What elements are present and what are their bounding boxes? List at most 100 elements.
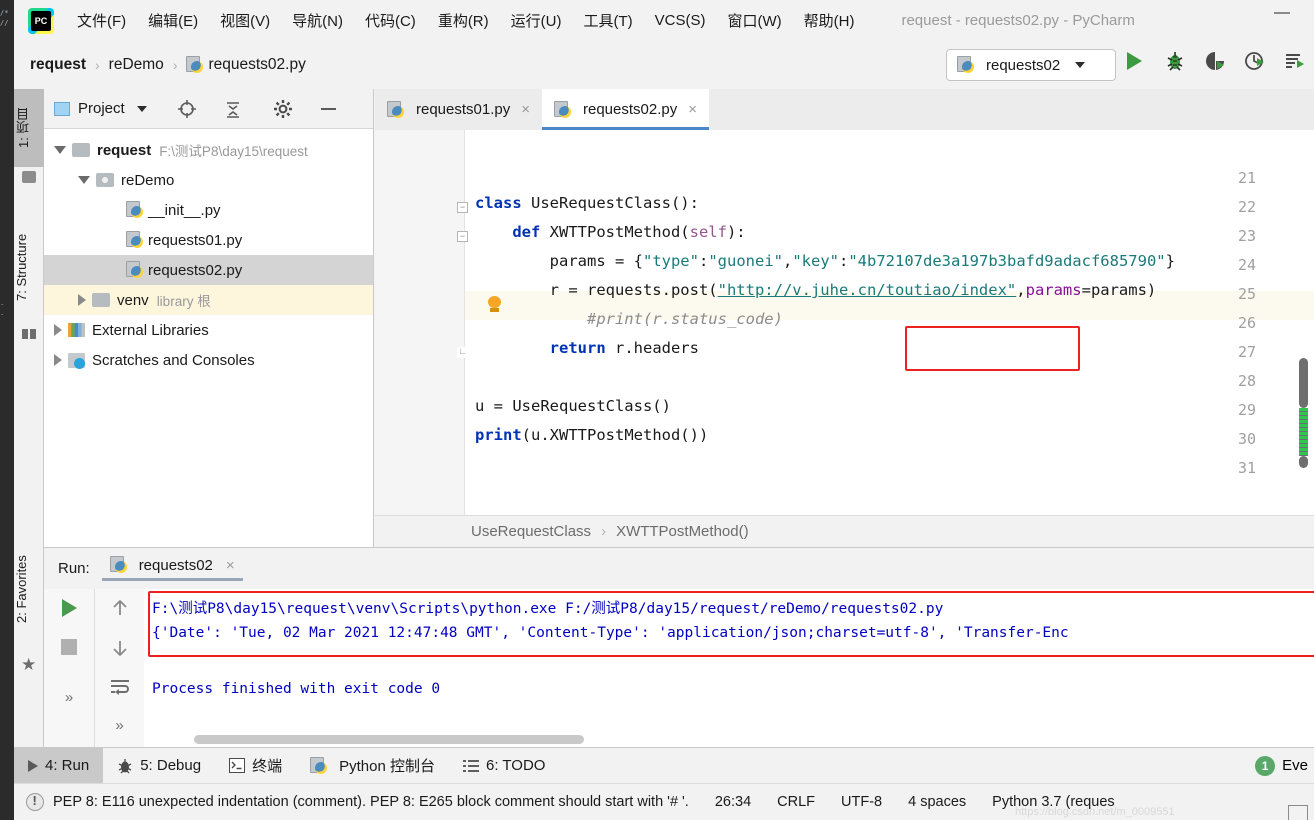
- tree-item-scratches-and-consoles[interactable]: Scratches and Consoles: [44, 345, 373, 375]
- line-separator[interactable]: CRLF: [777, 794, 815, 810]
- tree-item-requests01-py[interactable]: requests01.py: [44, 225, 373, 255]
- tree-item-venv[interactable]: venv library 根: [44, 285, 373, 315]
- editor-scrollbar-marks[interactable]: [1299, 408, 1308, 456]
- bottom-tab-python-console[interactable]: Python 控制台: [296, 748, 449, 784]
- menu-file[interactable]: 文件(F): [66, 10, 137, 31]
- run-with-coverage-button[interactable]: [1204, 50, 1226, 72]
- project-tree: request F:\测试P8\day15\request reDemo __i…: [44, 129, 373, 375]
- bg-code-fragment: /*//: [0, 9, 9, 27]
- run-configuration-selector[interactable]: requests02: [946, 49, 1116, 81]
- editor-tab-requests02[interactable]: requests02.py ×: [542, 89, 709, 130]
- soft-wrap-icon[interactable]: [110, 679, 130, 695]
- line-number-gutter[interactable]: [375, 130, 465, 547]
- expand-left-button[interactable]: »: [65, 689, 73, 706]
- menu-help[interactable]: 帮助(H): [793, 10, 866, 31]
- event-log-button[interactable]: 1 Eve: [1255, 755, 1314, 776]
- python-icon: [310, 756, 328, 775]
- profile-button[interactable]: [1244, 50, 1266, 72]
- sidebar-tab-project[interactable]: 1: 项目: [14, 89, 44, 167]
- line-number: 30: [1237, 430, 1256, 448]
- chevron-down-icon[interactable]: [54, 146, 66, 154]
- tree-item-external-libraries[interactable]: External Libraries: [44, 315, 373, 345]
- tree-item-init-py[interactable]: __init__.py: [44, 195, 373, 225]
- window-title: request - requests02.py - PyCharm: [901, 12, 1135, 29]
- debug-button[interactable]: [1164, 50, 1186, 72]
- tree-item-requests02-py[interactable]: requests02.py: [44, 255, 373, 285]
- chevron-down-icon[interactable]: [136, 105, 147, 112]
- code-editor[interactable]: 21 22 23 24 25 26 27 28 29 30 31 − − ∟ c…: [375, 130, 1314, 547]
- tree-item-request[interactable]: request F:\测试P8\day15\request: [44, 135, 373, 165]
- close-icon[interactable]: ×: [688, 101, 697, 118]
- close-icon[interactable]: ×: [226, 557, 235, 574]
- sidebar-tab-structure[interactable]: 7: Structure: [14, 207, 44, 327]
- code-line-23: def XWTTPostMethod(self):: [512, 223, 746, 241]
- console-output[interactable]: F:\测试P8\day15\request\venv\Scripts\pytho…: [144, 589, 1314, 748]
- chevron-right-icon[interactable]: [54, 354, 62, 366]
- menu-refactor[interactable]: 重构(R): [427, 10, 500, 31]
- tree-item-path: library 根: [156, 294, 211, 309]
- gear-icon[interactable]: [273, 99, 293, 119]
- structure-icon[interactable]: [22, 329, 36, 339]
- tree-item-redemo[interactable]: reDemo: [44, 165, 373, 195]
- menu-window[interactable]: 窗口(W): [716, 10, 792, 31]
- project-tool-window: Project request F:\测试P8\day15\request re…: [44, 89, 374, 547]
- file-encoding[interactable]: UTF-8: [841, 794, 882, 810]
- menu-navigate[interactable]: 导航(N): [281, 10, 354, 31]
- breadcrumb-folder[interactable]: reDemo: [109, 56, 164, 74]
- fold-end-icon[interactable]: ∟: [457, 347, 468, 358]
- run-button[interactable]: [1124, 50, 1146, 72]
- star-icon[interactable]: ★: [21, 655, 36, 675]
- fold-marker-icon[interactable]: −: [457, 202, 468, 213]
- project-folder-icon[interactable]: [22, 171, 36, 183]
- menu-tools[interactable]: 工具(T): [572, 10, 643, 31]
- caret-position[interactable]: 26:34: [715, 794, 751, 810]
- menu-bar: 文件(F) 编辑(E) 视图(V) 导航(N) 代码(C) 重构(R) 运行(U…: [14, 0, 1314, 41]
- tree-item-label: requests02.py: [148, 261, 243, 279]
- stop-button[interactable]: [61, 639, 77, 655]
- run-tab-requests02[interactable]: requests02 ×: [101, 556, 243, 581]
- collapse-all-icon[interactable]: [223, 99, 243, 119]
- bottom-tab-terminal[interactable]: 终端: [215, 748, 296, 784]
- chevron-down-icon[interactable]: [78, 176, 90, 184]
- editor-tab-requests01[interactable]: requests01.py ×: [375, 89, 542, 130]
- minimize-icon[interactable]: [1274, 12, 1290, 14]
- bottom-tab-debug[interactable]: 5: Debug: [103, 748, 215, 784]
- chevron-right-icon[interactable]: [78, 294, 86, 306]
- project-panel-header: Project: [44, 89, 373, 129]
- console-line-headers: {'Date': 'Tue, 02 Mar 2021 12:47:48 GMT'…: [152, 625, 1069, 641]
- rerun-button[interactable]: [61, 599, 77, 617]
- locate-icon[interactable]: [177, 99, 197, 119]
- menu-edit[interactable]: 编辑(E): [137, 10, 209, 31]
- editor-breadcrumb: UseRequestClass › XWTTPostMethod(): [375, 515, 1314, 547]
- menu-vcs[interactable]: VCS(S): [644, 12, 717, 29]
- scroll-up-icon[interactable]: [111, 599, 129, 617]
- bottom-tab-run[interactable]: 4: Run: [14, 747, 104, 784]
- event-log-badge: 1: [1255, 755, 1276, 776]
- breadcrumb-method[interactable]: XWTTPostMethod(): [616, 523, 749, 540]
- menu-code[interactable]: 代码(C): [354, 10, 427, 31]
- event-log-label: Eve: [1282, 757, 1308, 774]
- bottom-tab-todo[interactable]: 6: TODO: [449, 748, 559, 784]
- scroll-down-icon[interactable]: [111, 639, 129, 657]
- editor-vertical-scrollbar[interactable]: [1299, 358, 1308, 408]
- editor-vertical-scrollbar-bottom[interactable]: [1299, 456, 1308, 468]
- pycharm-window: /*// ·· 文件(F) 编辑(E) 视图(V) 导航(N) 代码(C) 重构…: [0, 0, 1314, 820]
- python-file-icon: [126, 261, 143, 279]
- breadcrumb-file[interactable]: requests02.py: [208, 56, 305, 74]
- breadcrumb-class[interactable]: UseRequestClass: [471, 523, 591, 540]
- indent-setting[interactable]: 4 spaces: [908, 794, 966, 810]
- python-icon: [109, 556, 127, 574]
- breadcrumb-project[interactable]: request: [30, 56, 86, 74]
- resize-corner-icon[interactable]: [1288, 805, 1308, 820]
- sidebar-tab-favorites[interactable]: 2: Favorites: [14, 529, 44, 649]
- project-view-icon[interactable]: [54, 101, 70, 116]
- hide-panel-icon[interactable]: [320, 107, 336, 110]
- fold-marker-icon[interactable]: −: [457, 231, 468, 242]
- menu-view[interactable]: 视图(V): [209, 10, 281, 31]
- close-icon[interactable]: ×: [521, 101, 530, 118]
- chevron-right-icon[interactable]: [54, 324, 62, 336]
- menu-run[interactable]: 运行(U): [500, 10, 573, 31]
- more-run-button[interactable]: [1284, 50, 1306, 72]
- expand-right-button[interactable]: »: [115, 717, 123, 734]
- console-horizontal-scrollbar[interactable]: [194, 735, 584, 744]
